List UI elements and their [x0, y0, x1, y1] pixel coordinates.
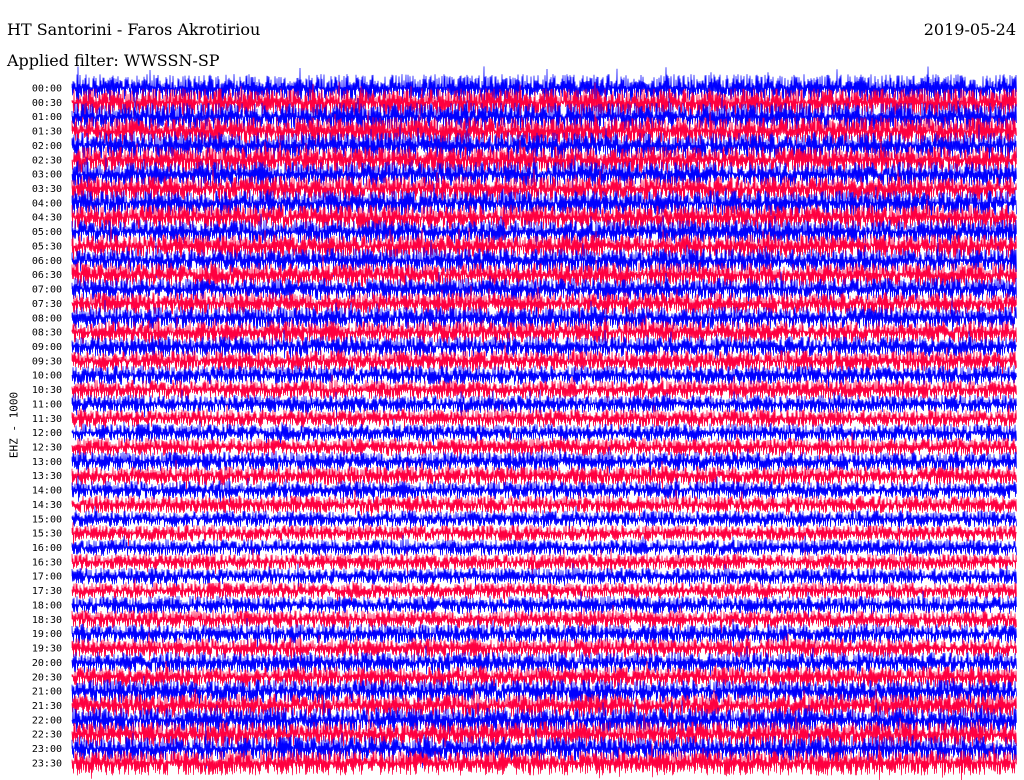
time-tick-label: 00:00	[32, 84, 62, 95]
time-tick-label: 04:00	[32, 198, 62, 209]
time-tick-label: 11:00	[32, 399, 62, 410]
time-tick-label: 17:00	[32, 572, 62, 583]
time-tick-label: 20:00	[32, 658, 62, 669]
time-tick-label: 03:30	[32, 184, 62, 195]
time-tick-label: 12:00	[32, 428, 62, 439]
time-tick-label: 03:00	[32, 170, 62, 181]
time-tick-label: 19:00	[32, 629, 62, 640]
time-tick-label: 10:30	[32, 385, 62, 396]
time-tick-label: 18:00	[32, 600, 62, 611]
time-tick-label: 06:00	[32, 256, 62, 267]
time-tick-label: 08:30	[32, 328, 62, 339]
seismogram-plot: 00:00 00:30 01:00 01:30 02:00 02:30 03:00 03:30…	[32, 66, 1017, 780]
time-tick-label: 23:00	[32, 744, 62, 755]
time-tick-label: 22:30	[32, 730, 62, 741]
time-tick-label: 22:00	[32, 715, 62, 726]
time-tick-label: 21:30	[32, 701, 62, 712]
time-tick-label: 09:00	[32, 342, 62, 353]
time-tick-label: 00:30	[32, 98, 62, 109]
time-tick-label: 07:00	[32, 285, 62, 296]
time-tick-label: 06:30	[32, 270, 62, 281]
time-tick-label: 11:30	[32, 414, 62, 425]
time-tick-label: 13:30	[32, 471, 62, 482]
time-tick-label: 09:30	[32, 356, 62, 367]
time-tick-label: 23:30	[32, 758, 62, 769]
time-tick-label: 18:30	[32, 615, 62, 626]
time-tick-label: 15:30	[32, 529, 62, 540]
time-tick-label: 17:30	[32, 586, 62, 597]
time-tick-label: 20:30	[32, 672, 62, 683]
time-tick-label: 04:30	[32, 213, 62, 224]
time-tick-label: 05:30	[32, 241, 62, 252]
time-tick-label: 10:00	[32, 371, 62, 382]
time-tick-label: 19:30	[32, 644, 62, 655]
time-tick-label: 07:30	[32, 299, 62, 310]
time-tick-label: 08:00	[32, 313, 62, 324]
time-tick-label: 12:30	[32, 443, 62, 454]
time-tick-label: 13:00	[32, 457, 62, 468]
time-tick-label: 16:30	[32, 557, 62, 568]
seismogram-traces	[71, 66, 1017, 780]
time-tick-label: 14:00	[32, 486, 62, 497]
time-tick-label: 02:30	[32, 155, 62, 166]
time-tick-label: 01:00	[32, 112, 62, 123]
time-tick-label: 21:00	[32, 687, 62, 698]
time-tick-label: 14:30	[32, 500, 62, 511]
time-tick-label: 05:00	[32, 227, 62, 238]
time-tick-label: 16:00	[32, 543, 62, 554]
time-tick-label: 02:00	[32, 141, 62, 152]
time-tick-label: 01:30	[32, 127, 62, 138]
time-tick-label: 15:00	[32, 514, 62, 525]
time-tick-labels: 00:00 00:30 01:00 01:30 02:00 02:30 03:00 03:30…	[32, 84, 62, 770]
